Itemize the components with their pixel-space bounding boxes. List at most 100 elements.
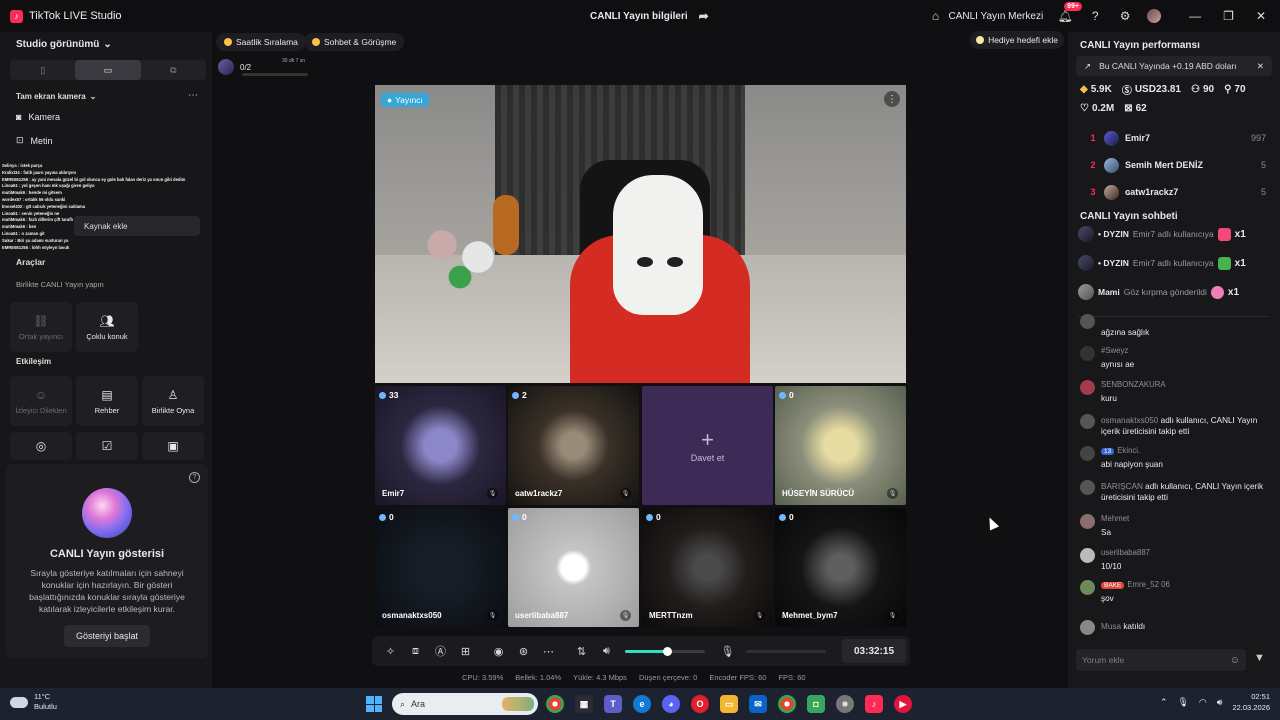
chrome-icon[interactable] bbox=[546, 695, 564, 713]
profile-avatar[interactable] bbox=[1147, 9, 1162, 23]
start-menu-icon[interactable] bbox=[366, 696, 382, 712]
comment-input[interactable]: Yorum ekle ☺ bbox=[1076, 649, 1246, 671]
chevron-up-icon[interactable]: ⌃ bbox=[1160, 697, 1168, 708]
wifi-icon[interactable]: ◠ bbox=[1199, 697, 1207, 708]
mic-tray-icon[interactable]: 🎙︎ bbox=[1177, 697, 1188, 708]
chat-message[interactable]: ağzına sağlık bbox=[1080, 314, 1270, 344]
discord-icon[interactable]: ◕ bbox=[662, 695, 680, 713]
gift-goal-button[interactable]: Hediye hedefi ekle bbox=[970, 31, 1064, 49]
more-options-icon[interactable]: ⋮ bbox=[884, 91, 900, 107]
start-showcase-button[interactable]: Gösteriyi başlat bbox=[64, 625, 150, 647]
chat-message[interactable]: BAKE Emre_52 06 şov bbox=[1080, 580, 1270, 610]
magic-wand-icon[interactable]: ✧ bbox=[378, 639, 403, 663]
tiktok-studio-icon[interactable]: ♪ bbox=[865, 695, 883, 713]
mic-level-slider[interactable] bbox=[746, 649, 826, 653]
emoji-icon[interactable]: ☺ bbox=[1230, 655, 1240, 666]
teams-icon[interactable]: T bbox=[604, 695, 622, 713]
portrait-layout-button[interactable]: ▯ bbox=[10, 60, 75, 80]
chat-message[interactable]: BARIŞCAN adlı kullanıcı, CANLI Yayın içe… bbox=[1080, 480, 1270, 510]
clock[interactable]: 02:51 22.03.2026 bbox=[1232, 691, 1270, 713]
chat-message[interactable]: SENBONZAKURA kuru bbox=[1080, 380, 1270, 410]
volume-icon[interactable]: 🔊︎ bbox=[1217, 697, 1223, 708]
co-host-tile[interactable]: ⛓ Ortak yayıncı bbox=[10, 302, 72, 352]
mic-muted-icon[interactable]: 🎙︎ bbox=[887, 488, 898, 499]
extra-tool-2[interactable]: ☑ bbox=[76, 432, 138, 460]
scene-dropdown[interactable]: Tam ekran kamera ⌄ bbox=[16, 92, 96, 101]
studio-view-dropdown[interactable]: Studio görünümü ⌄ bbox=[16, 39, 112, 50]
guest-tile[interactable]: 0 HÜSEYİN SÜRÜCÜ 🎙︎ bbox=[775, 386, 906, 505]
mic-muted-icon[interactable]: 🎙︎ bbox=[754, 610, 765, 621]
chat-message[interactable]: userlibaba887 10/10 bbox=[1080, 548, 1270, 578]
guest-tile[interactable]: 0 osmanaktxs050 🎙︎ bbox=[375, 508, 506, 627]
maximize-icon[interactable]: ❐ bbox=[1223, 9, 1234, 23]
chat-message[interactable]: Musa katıldı bbox=[1080, 620, 1270, 650]
host-camera-view[interactable]: ● Yayıncı ⋮ bbox=[375, 85, 906, 383]
invite-slot[interactable]: + Davet et bbox=[642, 386, 773, 505]
ranking-row[interactable]: 2 Semih Mert DENİZ 5 bbox=[1080, 155, 1266, 175]
guest-tile[interactable]: 33 Emir7 🎙︎ bbox=[375, 386, 506, 505]
file-explorer-icon[interactable]: ▭ bbox=[720, 695, 738, 713]
notification-bell-icon[interactable]: 🔔︎ 99+ bbox=[1057, 2, 1083, 24]
mic-muted-icon[interactable]: 🎙︎ bbox=[887, 610, 898, 621]
live-center-button[interactable]: ⌂ CANLI Yayın Merkezi bbox=[928, 8, 1043, 24]
taskbar-search[interactable]: ⌕ Ara bbox=[392, 693, 538, 715]
mic-muted-icon[interactable]: 🎙︎ bbox=[487, 610, 498, 621]
ranking-row[interactable]: 1 Emir7 997 bbox=[1080, 128, 1266, 148]
effects-icon[interactable]: ⧈ bbox=[403, 639, 428, 663]
play-together-tile[interactable]: ♙ Birlikte Oyna bbox=[142, 376, 204, 426]
mic-muted-icon[interactable]: 🎙︎ bbox=[620, 610, 631, 621]
guest-tile[interactable]: 0 Mehmet_bym7 🎙︎ bbox=[775, 508, 906, 627]
mic-muted-icon[interactable]: 🎙︎ bbox=[487, 488, 498, 499]
ranking-row[interactable]: 3 ɢatw1rackz7 5 bbox=[1080, 182, 1266, 202]
record-icon[interactable]: ◉ bbox=[486, 639, 511, 663]
ai-icon[interactable]: Ⓐ bbox=[428, 639, 453, 663]
camera-settings-icon[interactable]: ⊛ bbox=[511, 639, 536, 663]
send-icon[interactable]: ▼ bbox=[1254, 652, 1265, 664]
source-text[interactable]: ⊡ Metin bbox=[16, 135, 53, 146]
speaker-icon[interactable]: 🔊︎ bbox=[594, 639, 619, 663]
microphone-icon[interactable]: 🎙︎ bbox=[715, 639, 740, 663]
scene-more-icon[interactable]: ⋯ bbox=[188, 90, 198, 101]
guest-tile[interactable]: 0 MERTTnzm 🎙︎ bbox=[642, 508, 773, 627]
minimize-icon[interactable]: — bbox=[1189, 9, 1201, 23]
media-player-icon[interactable]: ▶ bbox=[894, 695, 912, 713]
guide-tile[interactable]: ▤ Rehber bbox=[76, 376, 138, 426]
more-icon[interactable]: ⋯ bbox=[536, 639, 561, 663]
settings-gear-icon[interactable]: ⚙ bbox=[1117, 8, 1133, 24]
add-media-icon[interactable]: ⊞ bbox=[453, 639, 478, 663]
chat-message[interactable]: #Sweyz aynısı ae bbox=[1080, 346, 1270, 376]
chrome-profile-icon[interactable] bbox=[778, 695, 796, 713]
chat-call-pill[interactable]: Sohbet & Görüşme bbox=[304, 33, 405, 51]
edge-icon[interactable]: e bbox=[633, 695, 651, 713]
weather-widget[interactable]: 11°C Bulutlu bbox=[10, 692, 57, 712]
close-icon[interactable]: ✕ bbox=[1257, 61, 1264, 72]
help-icon[interactable]: ? bbox=[1087, 8, 1103, 24]
volume-slider[interactable] bbox=[625, 646, 705, 656]
chat-message[interactable]: 13 Ekinci. abi napiyon şuan bbox=[1080, 446, 1270, 476]
match-widget[interactable]: 0/2 30 dk 7 sn bbox=[218, 56, 310, 78]
opera-icon[interactable]: O bbox=[691, 695, 709, 713]
multi-guest-tile[interactable]: 👥︎ Çoklu konuk bbox=[76, 302, 138, 352]
dual-layout-button[interactable]: ⧉ bbox=[141, 60, 206, 80]
chat-message[interactable]: osmanaktxs050 adlı kullanıcı, CANLI Yayı… bbox=[1080, 414, 1270, 444]
chrome-alt-icon[interactable] bbox=[836, 695, 854, 713]
mic-muted-icon[interactable]: 🎙︎ bbox=[620, 488, 631, 499]
volume-knob[interactable] bbox=[662, 646, 672, 656]
xbox-icon[interactable]: ◘ bbox=[807, 695, 825, 713]
mail-icon[interactable]: ✉ bbox=[749, 695, 767, 713]
extra-tool-1[interactable]: ◎ bbox=[10, 432, 72, 460]
share-icon[interactable]: ➦ bbox=[696, 8, 712, 24]
help-icon[interactable]: ? bbox=[189, 472, 200, 483]
landscape-layout-button[interactable]: ▭ bbox=[75, 60, 141, 80]
chat-message[interactable]: Mehmet Sa bbox=[1080, 514, 1270, 544]
source-camera[interactable]: ◙ Kamera bbox=[16, 112, 60, 122]
guest-tile[interactable]: 0 userlibaba887 🎙︎ bbox=[508, 508, 639, 627]
hourly-ranking-pill[interactable]: Saatlik Sıralama bbox=[216, 33, 306, 51]
live-info-button[interactable]: CANLI Yayın bilgileri ➦ bbox=[590, 0, 712, 32]
store-icon[interactable]: ▦ bbox=[575, 695, 593, 713]
guest-tile[interactable]: 2 ɢatw1rackz7 🎙︎ bbox=[508, 386, 639, 505]
extra-tool-3[interactable]: ▣ bbox=[142, 432, 204, 460]
close-icon[interactable]: ✕ bbox=[1256, 9, 1266, 23]
viewer-wishes-tile[interactable]: ☺ İzleyici Dilekleri bbox=[10, 376, 72, 426]
sliders-icon[interactable]: ⇅ bbox=[569, 639, 594, 663]
